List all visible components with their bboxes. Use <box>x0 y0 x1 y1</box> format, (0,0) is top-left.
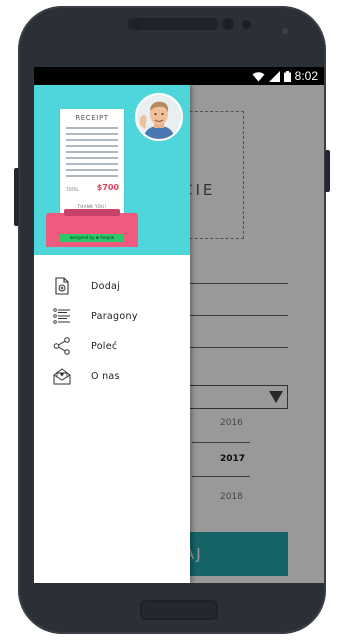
volume-button <box>14 168 19 226</box>
menu-item-paragony[interactable]: Paragony <box>34 301 190 331</box>
navigation-drawer: RECEIPT TOTAL $700 THANK YOU! designed b… <box>34 85 190 583</box>
printer-tag: designed by ❀ freepik <box>60 234 124 242</box>
phone-screen: 8:02 CIE 2016 2017 2018 AJ RECEIPT TOTAL… <box>34 67 324 583</box>
menu-item-o-nas[interactable]: O nas <box>34 361 190 391</box>
menu-item-polec[interactable]: Poleć <box>34 331 190 361</box>
home-button[interactable] <box>140 600 218 620</box>
menu-item-dodaj[interactable]: Dodaj <box>34 271 190 301</box>
add-receipt-icon <box>52 276 72 296</box>
user-photo <box>137 95 181 139</box>
drawer-header: RECEIPT TOTAL $700 THANK YOU! designed b… <box>34 85 190 255</box>
share-icon <box>52 336 72 356</box>
printer-slot <box>64 209 120 216</box>
power-button <box>325 150 330 192</box>
phone-led <box>282 28 288 34</box>
receipt-title: RECEIPT <box>75 114 109 122</box>
status-bar: 8:02 <box>34 67 324 85</box>
receipt-lines <box>66 127 118 181</box>
avatar[interactable] <box>135 93 183 141</box>
menu-item-label: O nas <box>91 370 120 382</box>
drawer-menu: Dodaj Paragony Poleć O nas <box>34 271 190 391</box>
printer-illustration: designed by ❀ freepik <box>46 209 138 247</box>
signal-icon <box>268 70 280 82</box>
status-time: 8:02 <box>294 69 318 83</box>
wifi-icon <box>252 71 265 81</box>
receipt-illustration: RECEIPT TOTAL $700 THANK YOU! <box>60 109 124 217</box>
envelope-icon <box>52 366 72 386</box>
phone-sensor <box>133 20 142 29</box>
receipt-total: $700 <box>96 183 119 192</box>
phone-front-camera <box>222 18 234 30</box>
receipt-total-label: TOTAL <box>66 187 79 192</box>
menu-item-label: Poleć <box>91 340 118 352</box>
receipt-list-icon <box>52 306 72 326</box>
menu-item-label: Paragony <box>91 310 138 322</box>
phone-sensor <box>242 20 251 29</box>
battery-icon <box>283 70 291 82</box>
menu-item-label: Dodaj <box>91 280 121 292</box>
